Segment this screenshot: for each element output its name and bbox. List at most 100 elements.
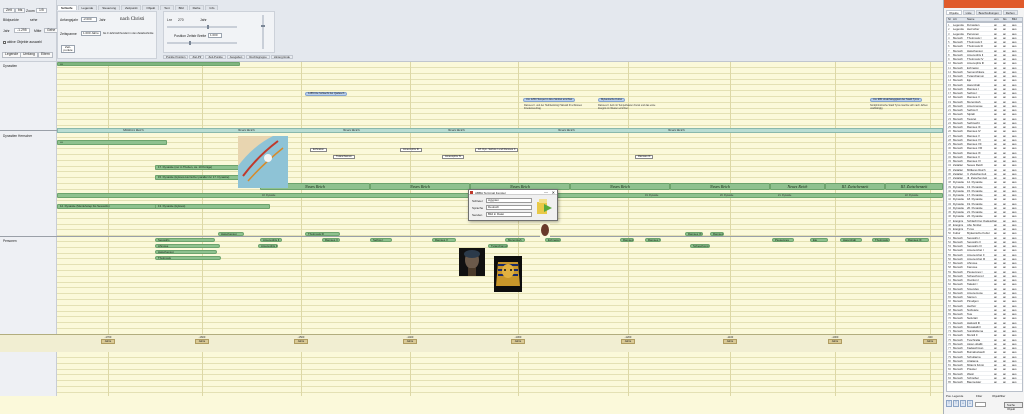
- person-bar[interactable]: Haremhab: [840, 238, 862, 242]
- column-header[interactable]: von: [994, 18, 1003, 21]
- schleier-input[interactable]: Ägypten: [486, 198, 532, 203]
- tab-liste[interactable]: Liste: [962, 10, 975, 15]
- column-header[interactable]: Bild: [1012, 18, 1021, 21]
- zeitpunkte-button[interactable]: Zeit-punkte: [61, 45, 75, 53]
- person-bar[interactable]: Ramses IX: [685, 232, 703, 236]
- table-row[interactable]: 85 Mensch Baumeister an an aus: [947, 380, 1022, 385]
- tab-steuerung[interactable]: Steuerung: [98, 5, 121, 10]
- zoom-field[interactable]: 1/5: [36, 8, 47, 13]
- filter-input[interactable]: [975, 402, 986, 407]
- person-bar[interactable]: Eje: [810, 238, 828, 242]
- suche-objekt-button[interactable]: Suche Objekt: [1004, 402, 1023, 411]
- sprache-input[interactable]: Deutsch: [486, 205, 532, 210]
- herrscher-box[interactable]: Echnaton: [310, 148, 327, 152]
- person-bar[interactable]: Scheschonq: [690, 244, 710, 248]
- senden-input[interactable]: Bild in Datei: [486, 212, 532, 217]
- legende-button[interactable]: Legende: [2, 52, 22, 58]
- timeline-bar[interactable]: •••: [57, 140, 167, 145]
- object-list[interactable]: 1 Legende Dynastien an an aus 2 Legende Herrsche…: [946, 22, 1023, 392]
- vertical-slider[interactable]: [261, 15, 265, 49]
- tab-reihe[interactable]: Reihe: [188, 5, 205, 10]
- person-bar[interactable]: Ramses III: [905, 238, 929, 242]
- person-bar[interactable]: Merenptah: [505, 238, 525, 242]
- jahr-slider-knob[interactable]: [207, 25, 209, 29]
- column-header[interactable]: Name: [967, 18, 994, 21]
- zwischenzeit-bar[interactable]: III. Zwischenzeit: [885, 183, 943, 190]
- bis-button[interactable]: bis: [15, 8, 26, 13]
- tutanchamun-mask-image[interactable]: [494, 256, 522, 292]
- person-bar[interactable]: Thutmosis I: [872, 238, 890, 242]
- subtab-ausgaben[interactable]: Ausgaben: [226, 55, 246, 59]
- zwischenzeit-bar[interactable]: III. Zwischenzeit: [825, 183, 885, 190]
- nofretete-bust-image[interactable]: [459, 248, 485, 276]
- tab-bild[interactable]: Bild: [174, 5, 188, 10]
- timeline-canvas[interactable]: Dynastien Dynastien Herrscher Personen •…: [0, 62, 943, 414]
- arrow-up-small-icon[interactable]: ↑: [953, 400, 959, 407]
- neues-reich-bar[interactable]: Neues Reich: [670, 183, 770, 190]
- event-tyros[interactable]: Um 980 Unabhängigkeit der Stadt Tyros: [870, 98, 923, 102]
- person-bar[interactable]: Sethos I: [370, 238, 392, 242]
- subtab-hintergruende[interactable]: Hintergründe: [270, 55, 293, 59]
- person-bar[interactable]: Ramses VII: [645, 238, 661, 242]
- column-header[interactable]: Art: [953, 18, 967, 21]
- tab-objekte[interactable]: Objekte: [946, 10, 962, 15]
- tab-text[interactable]: Text: [160, 5, 174, 10]
- person-bar[interactable]: Amenophis III: [258, 244, 278, 248]
- event-abu-simbel[interactable]: Um 1250 Tempel in Abu Simbel errichtet: [523, 98, 576, 102]
- arrow-down-small-icon[interactable]: ↓: [960, 400, 966, 407]
- umfang-button[interactable]: Umfang: [20, 52, 38, 58]
- tab-legende[interactable]: Legende: [77, 5, 98, 10]
- person-bar[interactable]: Ramses II: [322, 238, 340, 242]
- timeline-bar[interactable]: •••: [57, 62, 240, 66]
- zeit-button[interactable]: Zeit: [3, 8, 15, 13]
- tab-schleife[interactable]: Schleife: [57, 5, 77, 10]
- subtab-rechtsgruppe[interactable]: Rechtsgruppe: [246, 55, 270, 59]
- neues-reich-bar[interactable]: Neues Reich: [370, 183, 470, 190]
- minimize-icon[interactable]: —: [544, 190, 548, 194]
- tab-info[interactable]: Info: [205, 5, 219, 10]
- vertical-slider-knob[interactable]: [261, 25, 265, 27]
- tab-beschreibungen[interactable]: Beschreibungen: [975, 10, 1002, 15]
- arrow-up-icon[interactable]: ↑: [946, 400, 952, 407]
- jahr-field[interactable]: -1.295: [14, 28, 30, 33]
- aktive-objekte-checkbox[interactable]: aktive Objekte auswahl: [3, 40, 42, 44]
- subtab-zeit-punkte[interactable]: Zeit-Punkte: [205, 55, 226, 59]
- person-bar[interactable]: Thutmosis: [155, 256, 221, 260]
- event-mykenisch[interactable]: Mykenische Kultur: [598, 98, 626, 102]
- egypt-map-image[interactable]: [238, 136, 288, 188]
- person-bar[interactable]: Hatschepsut: [155, 250, 217, 254]
- herrscher-box[interactable]: Tutanchamun: [333, 155, 355, 159]
- person-bar[interactable]: Ramses V: [432, 238, 456, 242]
- dynastie-13-bar[interactable]: 13. Dynastie (Hyksos): [155, 204, 270, 209]
- herrscher-box[interactable]: Amenophis III: [400, 148, 422, 152]
- tab-objekt[interactable]: Objekt: [142, 5, 160, 10]
- dynastie-12-bar[interactable]: 12. Dynastie (Mentuhotep bis Sesostris): [57, 204, 157, 209]
- checkbox-box[interactable]: [3, 40, 6, 44]
- ramses-statue-image[interactable]: [540, 223, 550, 237]
- time-ruler[interactable]: -1700 Jahre -1600 Jahre -1500 Jahre -1400 Jahre…: [0, 334, 943, 352]
- person-bar[interactable]: Hatschepsut: [218, 232, 244, 236]
- close-icon[interactable]: ✕: [552, 190, 555, 195]
- breite-slider-knob[interactable]: [189, 41, 191, 45]
- person-bar[interactable]: Sesostris: [155, 238, 215, 242]
- subtab-punkte-position[interactable]: Punkte Position: [163, 55, 189, 59]
- column-header[interactable]: bis: [1003, 18, 1012, 21]
- herrscher-box[interactable]: 18. Dyn. Sethos I und Ramses II: [475, 148, 519, 152]
- person-bar[interactable]: Echnaton: [545, 238, 561, 242]
- eltern-button[interactable]: Eltern: [38, 52, 53, 58]
- jahr-slider[interactable]: [167, 25, 237, 29]
- tab-reihen[interactable]: Reihen: [1002, 10, 1018, 15]
- person-bar[interactable]: Tutanchamun: [488, 244, 508, 248]
- subtab-ziel-pfr[interactable]: Ziel-Pfr: [189, 55, 205, 59]
- export-icon[interactable]: [536, 198, 554, 217]
- arrow-down-icon[interactable]: ↓: [967, 400, 973, 407]
- tab-zeitpunkt[interactable]: Zeitpunkt: [121, 5, 142, 10]
- person-bar[interactable]: Ramses VI: [620, 238, 634, 242]
- terminal-dialog[interactable]: ABBA Terminal Fenster — ✕ Schleier Ägypt…: [468, 189, 558, 221]
- breite-slider[interactable]: [167, 41, 237, 45]
- zeitspanne-input[interactable]: 1.000 Jahre: [81, 31, 101, 36]
- herrscher-box[interactable]: Amenophis IV: [442, 155, 465, 159]
- person-bar[interactable]: Amenophis II: [260, 238, 282, 242]
- position-input[interactable]: 1.000: [208, 33, 222, 38]
- person-bar[interactable]: Ramses XI: [710, 232, 724, 236]
